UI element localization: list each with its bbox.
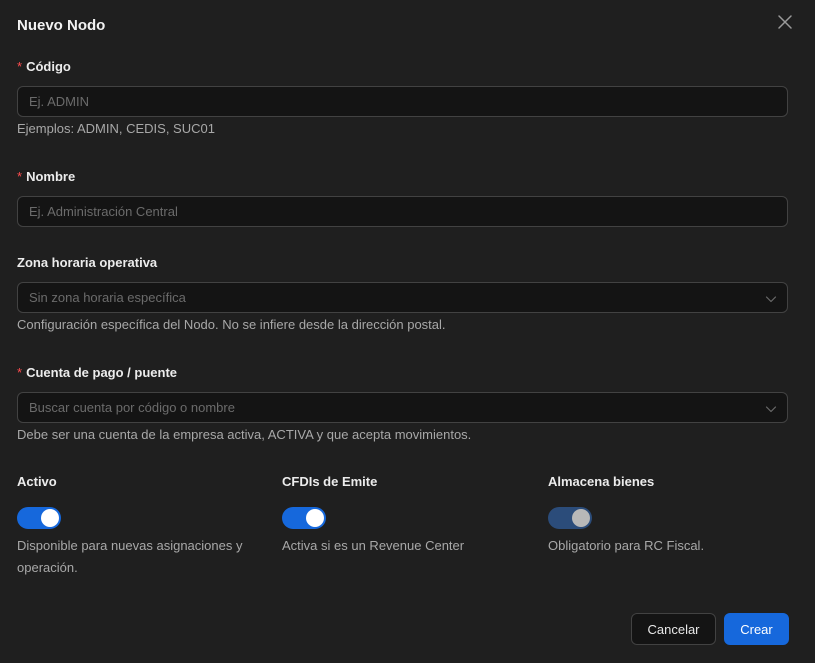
name-field	[17, 196, 788, 227]
name-label: * Nombre	[17, 169, 75, 184]
active-switch[interactable]	[17, 507, 61, 529]
timezone-help: Configuración específica del Nodo. No se…	[17, 317, 446, 332]
required-mark: *	[17, 169, 23, 184]
account-label-text: Cuenta de pago / puente	[26, 365, 178, 380]
chevron-down-icon	[765, 292, 777, 304]
timezone-placeholder: Sin zona horaria específica	[29, 290, 186, 305]
switch-knob	[306, 509, 324, 527]
cfdi-label: CFDIs de Emite	[282, 474, 378, 489]
code-label: * Código	[17, 59, 71, 74]
active-help-line: Disponible para nuevas asignaciones y	[17, 538, 243, 553]
modal-title: Nuevo Nodo	[17, 17, 106, 34]
stores-goods-help-line: Obligatorio para RC Fiscal.	[548, 538, 705, 553]
code-field	[17, 86, 788, 117]
stores-goods-label: Almacena bienes	[548, 474, 655, 489]
cfdi-help-line: Activa si es un Revenue Center	[282, 538, 465, 553]
active-label: Activo	[17, 474, 57, 489]
create-button[interactable]: Crear	[724, 613, 789, 645]
close-icon[interactable]	[775, 12, 795, 32]
cfdi-help: Activa si es un Revenue Center	[282, 535, 532, 557]
name-label-text: Nombre	[26, 169, 76, 184]
active-help: Disponible para nuevas asignaciones y op…	[17, 535, 267, 579]
code-help: Ejemplos: ADMIN, CEDIS, SUC01	[17, 121, 215, 136]
required-mark: *	[17, 365, 23, 380]
cfdi-setting: CFDIs de Emite Activa si es un Revenue C…	[282, 474, 532, 557]
code-label-text: Código	[26, 59, 71, 74]
active-setting: Activo Disponible para nuevas asignacion…	[17, 474, 267, 579]
code-input[interactable]	[18, 87, 787, 116]
cancel-button[interactable]: Cancelar	[631, 613, 716, 645]
switch-knob	[572, 509, 590, 527]
new-node-modal: Nuevo Nodo *Código Ejemplos: ADMIN, CEDI…	[0, 0, 815, 663]
account-help: Debe ser una cuenta de la empresa activa…	[17, 427, 472, 442]
name-input[interactable]	[18, 197, 787, 226]
stores-goods-help: Obligatorio para RC Fiscal.	[548, 535, 798, 557]
chevron-down-icon	[765, 402, 777, 414]
cfdi-switch[interactable]	[282, 507, 326, 529]
active-help-line: operación.	[17, 560, 78, 575]
required-mark: *	[17, 59, 23, 74]
stores-goods-setting: Almacena bienes Obligatorio para RC Fisc…	[548, 474, 798, 557]
switch-knob	[41, 509, 59, 527]
timezone-select[interactable]: Sin zona horaria específica	[17, 282, 788, 313]
account-placeholder: Buscar cuenta por código o nombre	[29, 400, 235, 415]
account-select[interactable]: Buscar cuenta por código o nombre	[17, 392, 788, 423]
timezone-label: Zona horaria operativa	[17, 255, 158, 270]
account-label: * Cuenta de pago / puente	[17, 365, 177, 380]
stores-goods-switch[interactable]	[548, 507, 592, 529]
